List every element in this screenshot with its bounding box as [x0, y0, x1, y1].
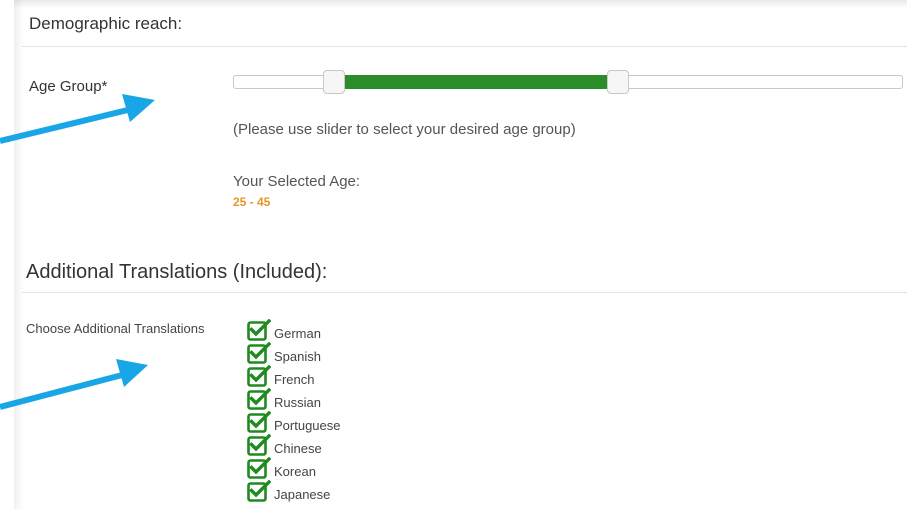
translation-item-german[interactable]: German: [247, 318, 447, 341]
page: Demographic reach: Age Group* (Please us…: [0, 0, 907, 509]
selected-age-value: 25 - 45: [233, 195, 271, 209]
slider-selected-range: [334, 75, 620, 89]
divider: [22, 292, 907, 293]
left-shadow: [14, 0, 24, 509]
checked-checkbox-icon[interactable]: [247, 411, 271, 433]
translation-label: French: [274, 372, 315, 387]
checked-checkbox-icon[interactable]: [247, 365, 271, 387]
age-group-label: Age Group*: [29, 78, 108, 95]
translation-item-korean[interactable]: Korean: [247, 456, 447, 479]
translation-item-chinese[interactable]: Chinese: [247, 433, 447, 456]
translations-label: Choose Additional Translations: [26, 321, 205, 336]
selected-age-label: Your Selected Age:: [233, 173, 361, 190]
slider-help-text: (Please use slider to select your desire…: [233, 121, 576, 138]
checked-checkbox-icon[interactable]: [247, 342, 271, 364]
demographic-title: Demographic reach:: [29, 14, 183, 33]
divider: [22, 46, 907, 47]
checked-checkbox-icon[interactable]: [247, 319, 271, 341]
age-range-slider[interactable]: [233, 70, 903, 94]
translation-item-japanese[interactable]: Japanese: [247, 479, 447, 502]
translation-item-portuguese[interactable]: Portuguese: [247, 410, 447, 433]
checked-checkbox-icon[interactable]: [247, 457, 271, 479]
checked-checkbox-icon[interactable]: [247, 388, 271, 410]
top-shadow: [14, 0, 907, 8]
translations-list: German Spanish French Russian Portuguese…: [247, 318, 447, 502]
translation-label: Japanese: [274, 487, 331, 502]
translation-label: Korean: [274, 464, 316, 479]
translation-label: German: [274, 326, 321, 341]
translation-label: Russian: [274, 395, 321, 410]
translation-item-french[interactable]: French: [247, 364, 447, 387]
translation-label: Portuguese: [274, 418, 341, 433]
translation-item-spanish[interactable]: Spanish: [247, 341, 447, 364]
translation-label: Chinese: [274, 441, 322, 456]
slider-min-handle[interactable]: [323, 70, 345, 94]
translation-label: Spanish: [274, 349, 321, 364]
slider-max-handle[interactable]: [607, 70, 629, 94]
translations-title: Additional Translations (Included):: [26, 261, 328, 283]
checked-checkbox-icon[interactable]: [247, 480, 271, 502]
checked-checkbox-icon[interactable]: [247, 434, 271, 456]
translation-item-russian[interactable]: Russian: [247, 387, 447, 410]
